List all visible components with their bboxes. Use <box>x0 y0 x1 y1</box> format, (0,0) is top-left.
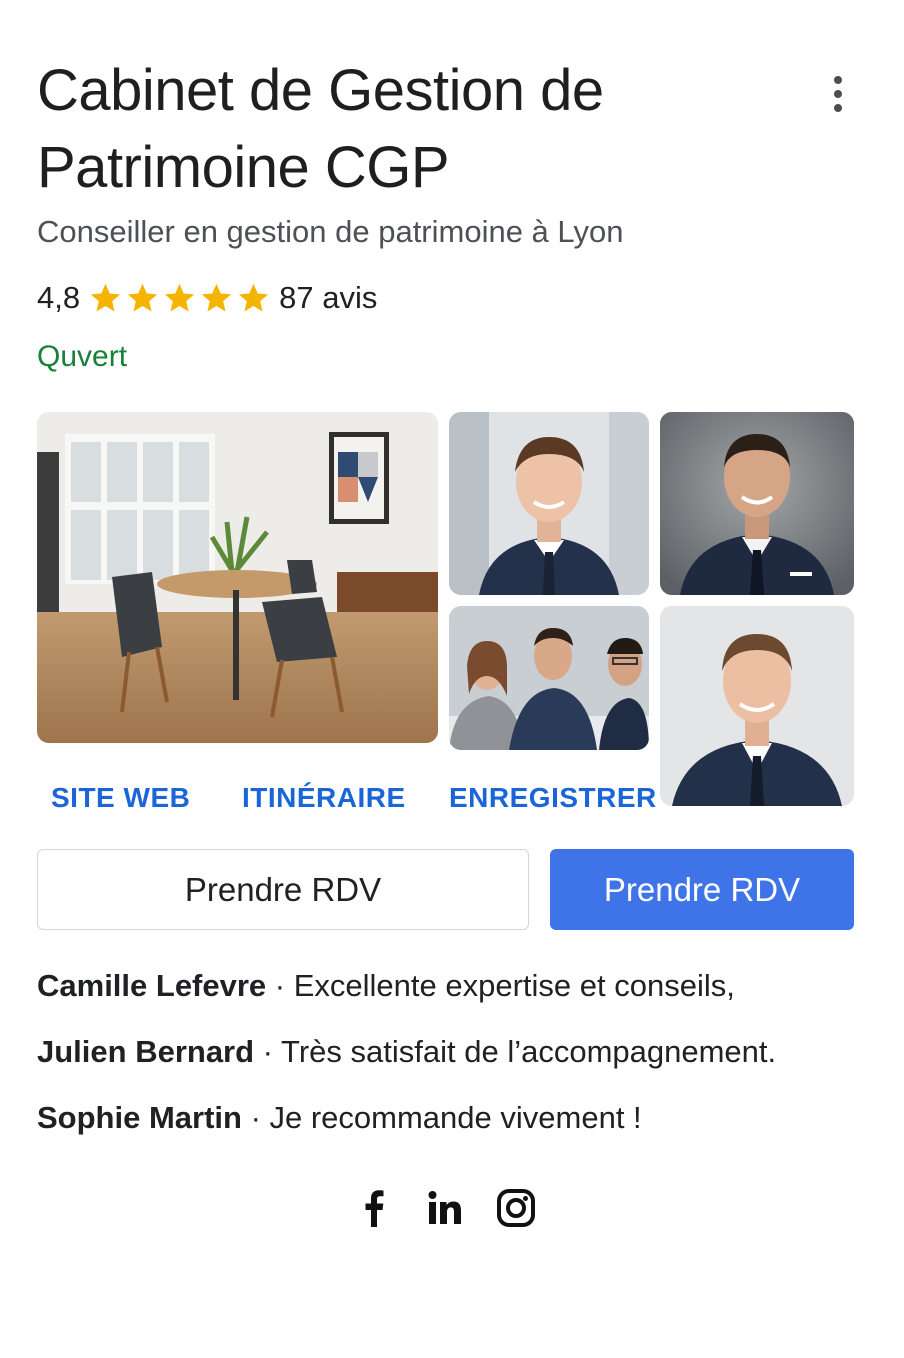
appointment-button-secondary[interactable]: Prendre RDV <box>37 849 529 930</box>
star-icon <box>165 283 195 311</box>
rating-stars <box>88 281 271 316</box>
open-status: Quvert <box>37 340 128 373</box>
photo-office[interactable] <box>37 412 438 743</box>
rating-row[interactable]: 4,8 87 avis <box>37 280 377 316</box>
review-snippet[interactable]: Julien Bernard · Très satisfait de l’acc… <box>37 1034 776 1070</box>
rating-score: 4,8 <box>37 280 81 315</box>
photo-advisor-1[interactable] <box>449 412 649 595</box>
facebook-icon[interactable] <box>354 1188 394 1228</box>
photo-advisor-3[interactable] <box>660 606 854 806</box>
review-snippet[interactable]: Sophie Martin · Je recommande vivement ! <box>37 1100 642 1136</box>
linkedin-icon[interactable] <box>425 1188 465 1228</box>
star-icon <box>91 283 121 311</box>
star-icon <box>239 283 269 311</box>
more-options-icon[interactable] <box>818 70 858 118</box>
review-author: Sophie Martin <box>37 1100 242 1135</box>
review-author: Camille Lefevre <box>37 968 267 1003</box>
directions-link[interactable]: ITINÉRAIRE <box>242 782 406 814</box>
review-text: · Je recommande vivement ! <box>241 1100 642 1135</box>
review-text: · Très satisfait de l’accompagnement. <box>254 1034 777 1069</box>
star-icon <box>202 283 232 311</box>
appointment-button-primary[interactable]: Prendre RDV <box>550 849 854 930</box>
review-text: · Excellente expertise et conseils, <box>266 968 735 1003</box>
instagram-icon[interactable] <box>496 1188 536 1228</box>
save-link[interactable]: ENREGISTRER <box>449 782 657 814</box>
review-snippet[interactable]: Camille Lefevre · Excellente expertise e… <box>37 968 735 1004</box>
website-link[interactable]: SITE WEB <box>51 782 190 814</box>
business-category: Conseiller en gestion de patrimoine à Ly… <box>37 214 624 249</box>
photo-advisor-2[interactable] <box>660 412 854 595</box>
business-title: Cabinet de Gestion de Patrimoine CGP <box>37 58 604 200</box>
review-author: Julien Bernard <box>37 1034 255 1069</box>
star-icon <box>128 283 158 311</box>
reviews-count-link[interactable]: 87 avis <box>279 280 377 316</box>
photo-meeting[interactable] <box>449 606 649 750</box>
